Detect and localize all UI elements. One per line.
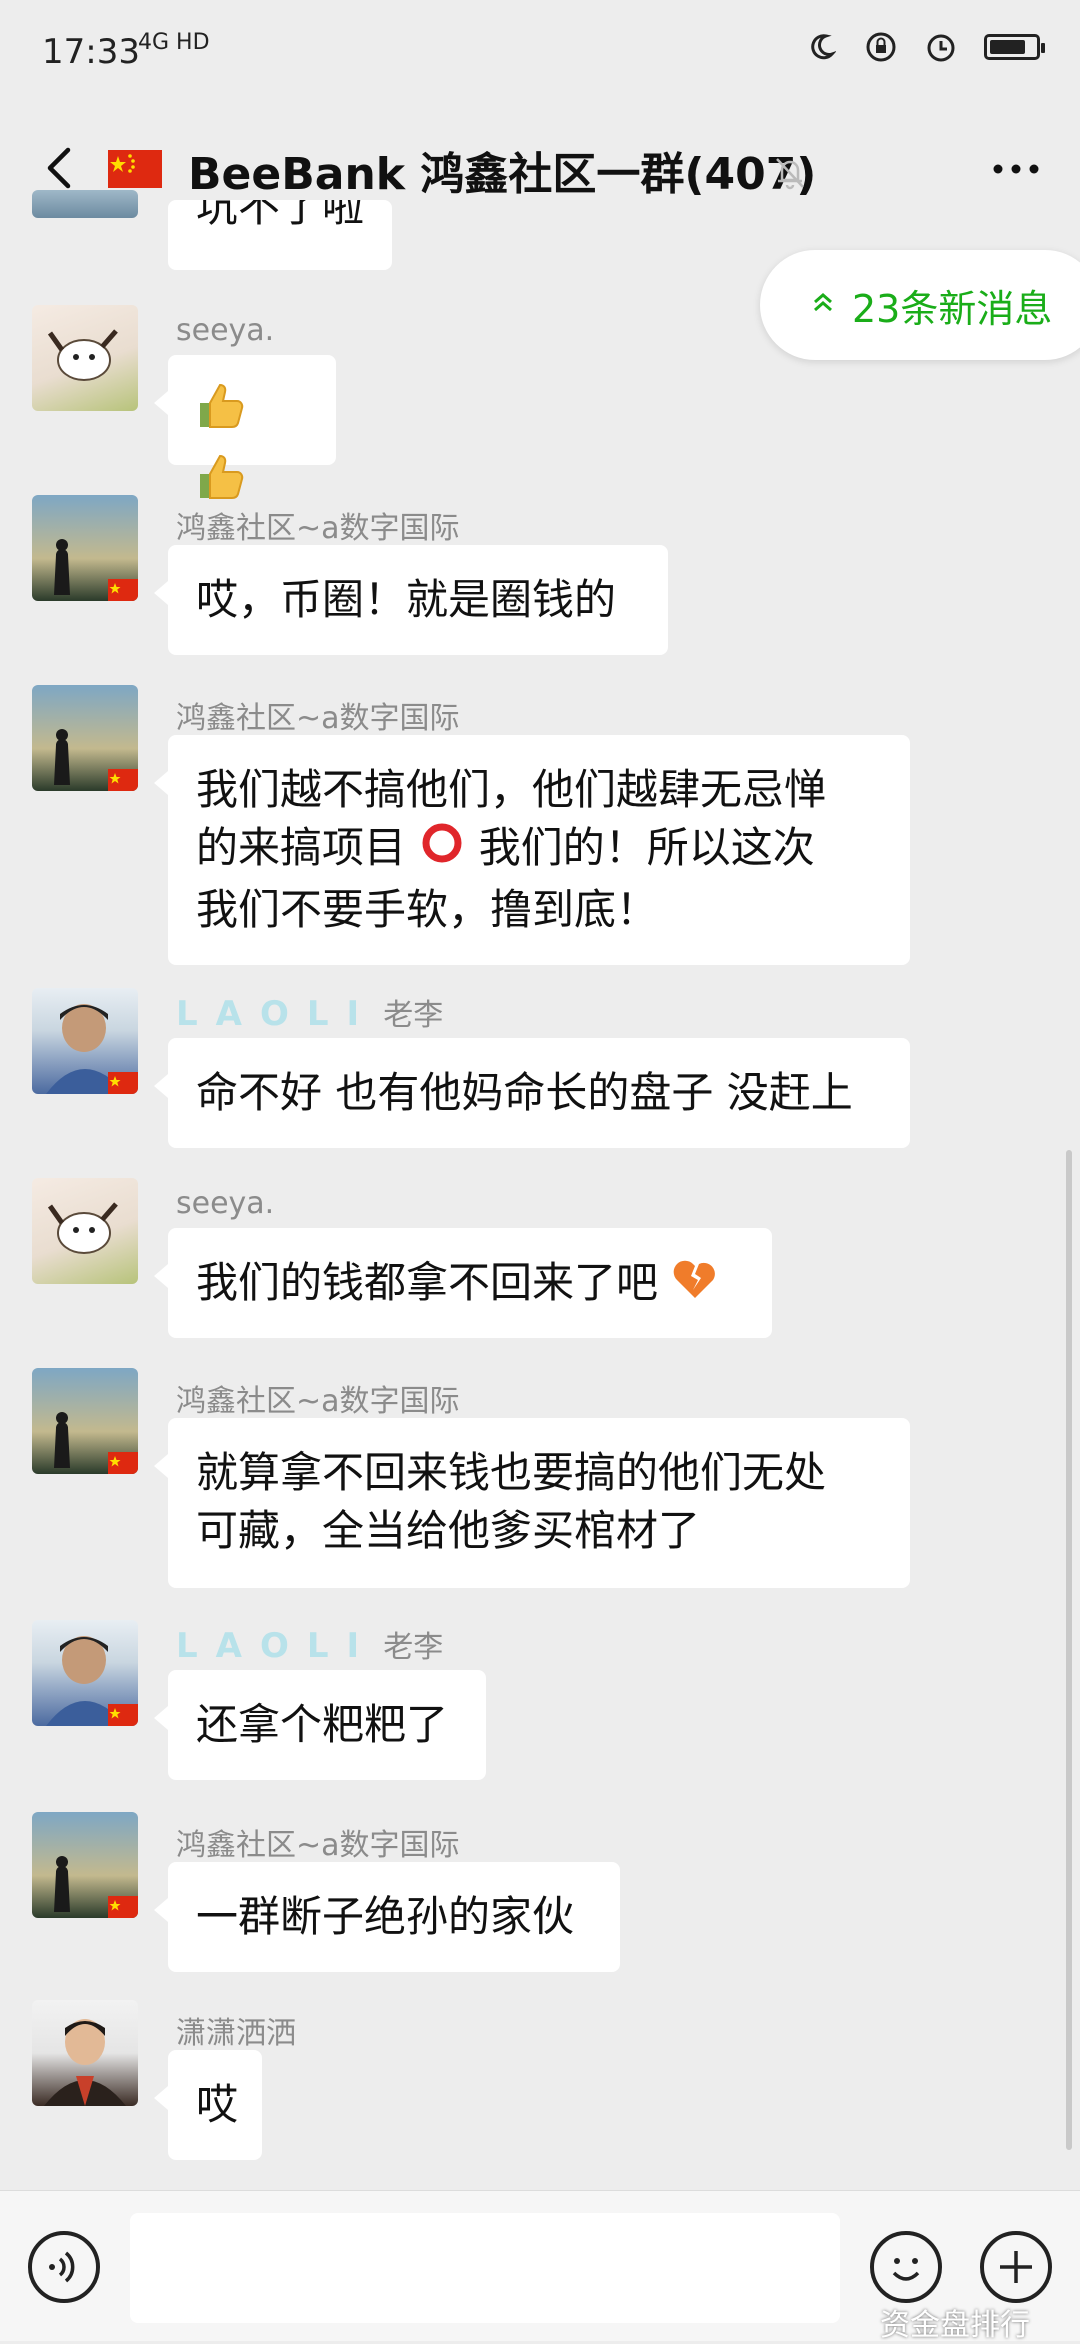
network-indicator: 4G HD xyxy=(138,30,210,55)
avatar[interactable] xyxy=(32,1620,138,1726)
sender-name: 鸿鑫社区~a数字国际 xyxy=(176,701,460,736)
message-text-line: 我们越不搞他们，他们越肆无忌惮 xyxy=(196,765,827,814)
broken-heart-icon xyxy=(671,1256,719,1315)
sender-name: 鸿鑫社区~a数字国际 xyxy=(176,511,460,546)
message-text-fragment: 我们的！所以这次 xyxy=(478,823,815,872)
moon-icon xyxy=(804,30,838,64)
status-time: 17:33 xyxy=(42,32,140,72)
china-flag-icon xyxy=(108,150,162,188)
voice-input-button[interactable] xyxy=(28,2231,100,2303)
message-bubble[interactable]: 坑不了啦 xyxy=(168,200,393,270)
message-text: 一群断子绝孙的家伙 xyxy=(196,1892,575,1941)
mute-bell-icon xyxy=(770,152,810,192)
message-text: 还拿个粑粑了 xyxy=(196,1700,449,1749)
message-bubble[interactable]: 我们越不搞他们，他们越肆无忌惮 的来搞项目 我们的！所以这次 我们不要手软，撸到… xyxy=(154,735,910,965)
battery-icon xyxy=(984,34,1045,60)
watermark: 资金盘排行 xyxy=(880,2308,1030,2343)
sender-name: LAOLI 老李 xyxy=(176,994,444,1034)
message-bubble[interactable]: 命不好 也有他妈命长的盘子 没赶上 xyxy=(154,1038,910,1148)
message-bubble[interactable]: 还拿个粑粑了 xyxy=(154,1670,486,1780)
avatar[interactable] xyxy=(32,495,138,601)
avatar[interactable] xyxy=(32,988,138,1094)
more-options-button[interactable] xyxy=(986,144,1046,194)
avatar[interactable] xyxy=(32,1812,138,1918)
add-button[interactable] xyxy=(980,2231,1052,2303)
red-circle-icon xyxy=(419,820,465,881)
emoji-button[interactable] xyxy=(870,2231,942,2303)
thumbs-up-icon xyxy=(190,377,246,448)
sender-name: 潇潇洒洒 xyxy=(176,2016,296,2051)
sender-brand: LAOLI xyxy=(176,994,378,1034)
double-chevron-up-icon xyxy=(810,288,836,323)
avatar[interactable] xyxy=(32,1178,138,1284)
sender-name: LAOLI 老李 xyxy=(176,1626,444,1666)
china-flag-icon xyxy=(108,579,138,601)
sender-name: seeya. xyxy=(176,313,275,348)
message-bubble[interactable]: 哎，币圈！就是圈钱的 xyxy=(154,545,668,655)
china-flag-icon xyxy=(108,1704,138,1726)
message-bubble[interactable]: 一群断子绝孙的家伙 xyxy=(154,1862,620,1972)
alarm-icon xyxy=(924,30,958,64)
avatar[interactable] xyxy=(32,685,138,791)
message-text: 哎，币圈！就是圈钱的 xyxy=(196,575,617,624)
china-flag-icon xyxy=(108,769,138,791)
avatar[interactable] xyxy=(32,305,138,411)
chat-header: BeeBank 鸿鑫社区一群(407) xyxy=(0,110,1080,230)
sender-brand: LAOLI xyxy=(176,1626,378,1666)
message-bubble[interactable]: 我们的钱都拿不回来了吧 xyxy=(154,1228,772,1338)
china-flag-icon xyxy=(108,1896,138,1918)
message-input[interactable] xyxy=(130,2213,840,2323)
message-text-fragment: 的来搞项目 xyxy=(196,823,407,872)
message-text: 命不好 也有他妈命长的盘子 没赶上 xyxy=(196,1068,853,1117)
message-text: 坑不了啦 xyxy=(196,200,365,231)
status-bar: 17:33 4G HD xyxy=(0,0,1080,110)
message-text-line: 可藏，全当给他爹买棺材了 xyxy=(196,1506,701,1555)
sender-name: 鸿鑫社区~a数字国际 xyxy=(176,1384,460,1419)
message-bubble[interactable]: 哎 xyxy=(154,2050,262,2160)
message-text: 我们的钱都拿不回来了吧 xyxy=(196,1258,659,1307)
new-messages-label: 23条新消息 xyxy=(852,286,1053,331)
message-text: 哎 xyxy=(196,2080,239,2129)
sender-name: seeya. xyxy=(176,1186,275,1221)
avatar[interactable] xyxy=(32,190,138,218)
message-text-line: 我们不要手软，撸到底！ xyxy=(196,885,659,934)
new-messages-button[interactable]: 23条新消息 xyxy=(760,250,1080,360)
avatar[interactable] xyxy=(32,1368,138,1474)
message-bubble[interactable]: 就算拿不回来钱也要搞的他们无处 可藏，全当给他爹买棺材了 xyxy=(154,1418,910,1588)
message-text-line: 就算拿不回来钱也要搞的他们无处 xyxy=(196,1448,827,1497)
lock-rotation-icon xyxy=(864,30,898,64)
sender-name: 鸿鑫社区~a数字国际 xyxy=(176,1828,460,1863)
china-flag-icon xyxy=(108,1072,138,1094)
back-button[interactable] xyxy=(30,138,90,198)
scrollbar[interactable] xyxy=(1066,1150,1072,2150)
chat-title: BeeBank 鸿鑫社区一群(407) xyxy=(188,149,817,200)
avatar[interactable] xyxy=(32,2000,138,2106)
china-flag-icon xyxy=(108,1452,138,1474)
message-bubble[interactable] xyxy=(154,355,336,499)
